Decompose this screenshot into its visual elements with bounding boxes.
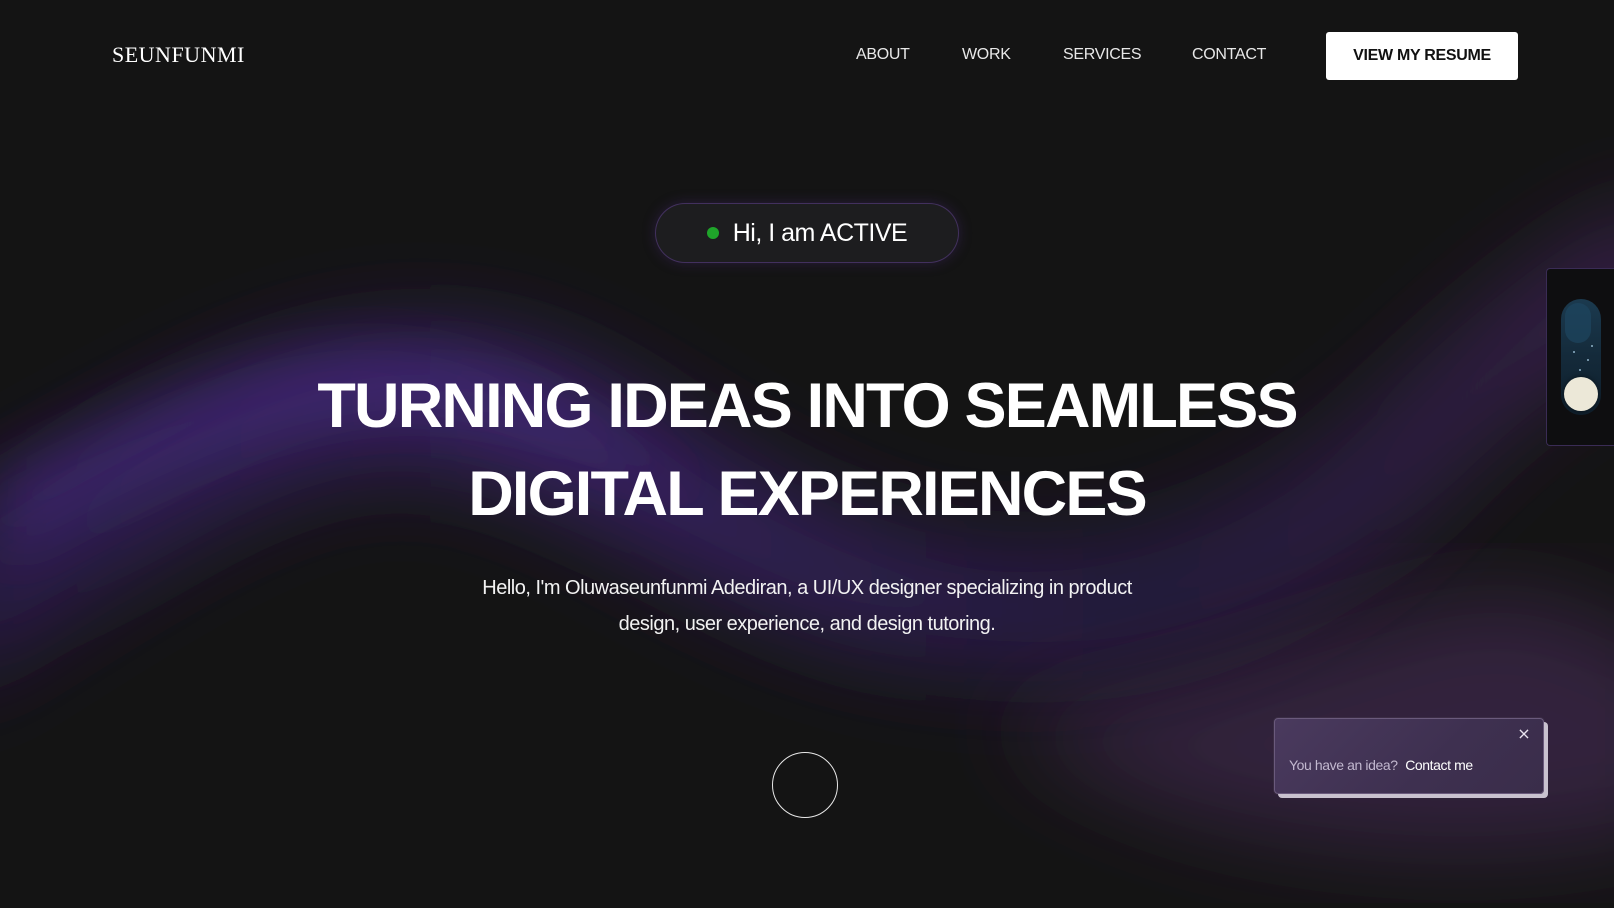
hero-headline-line-2: DIGITAL EXPERIENCES bbox=[468, 459, 1147, 529]
theme-toggle-knob[interactable] bbox=[1564, 377, 1598, 411]
star-icon bbox=[1573, 351, 1575, 353]
scroll-indicator-circle[interactable] bbox=[772, 752, 838, 818]
moon-icon bbox=[1565, 303, 1591, 343]
top-navigation: SEUNFUNMI ABOUT WORK SERVICES CONTACT VI… bbox=[0, 0, 1614, 112]
nav-link-services[interactable]: SERVICES bbox=[1063, 46, 1142, 64]
hero-headline: TURNING IDEAS INTO SEAMLESS DIGITAL EXPE… bbox=[0, 362, 1614, 538]
hero-headline-line-1: TURNING IDEAS INTO SEAMLESS bbox=[317, 371, 1298, 441]
nav-link-about[interactable]: ABOUT bbox=[856, 46, 910, 64]
nav-link-work[interactable]: WORK bbox=[962, 46, 1011, 64]
toast-message: You have an idea? Contact me bbox=[1289, 757, 1473, 773]
star-icon bbox=[1591, 345, 1593, 347]
nav-link-contact[interactable]: CONTACT bbox=[1192, 46, 1266, 64]
portfolio-page: SEUNFUNMI ABOUT WORK SERVICES CONTACT VI… bbox=[0, 0, 1614, 908]
hero-intro: Hello, I'm Oluwaseunfunmi Adediran, a UI… bbox=[0, 570, 1614, 642]
hero-intro-line-2: design, user experience, and design tuto… bbox=[618, 613, 996, 635]
hero-intro-line-1: Hello, I'm Oluwaseunfunmi Adediran, a UI… bbox=[482, 577, 1132, 599]
view-resume-button[interactable]: VIEW MY RESUME bbox=[1326, 32, 1518, 80]
status-badge: Hi, I am ACTIVE bbox=[656, 204, 958, 262]
site-logo[interactable]: SEUNFUNMI bbox=[112, 42, 245, 68]
theme-toggle-switch[interactable] bbox=[1561, 299, 1601, 415]
star-icon bbox=[1579, 369, 1581, 371]
close-icon[interactable]: × bbox=[1515, 725, 1533, 743]
status-text: Hi, I am ACTIVE bbox=[732, 218, 908, 247]
contact-toast: × You have an idea? Contact me bbox=[1274, 718, 1544, 794]
star-icon bbox=[1587, 359, 1589, 361]
toast-prompt: You have an idea? bbox=[1289, 757, 1398, 773]
toast-contact-link[interactable]: Contact me bbox=[1405, 757, 1473, 773]
theme-toggle-panel bbox=[1546, 268, 1614, 446]
status-dot-icon bbox=[706, 227, 719, 239]
